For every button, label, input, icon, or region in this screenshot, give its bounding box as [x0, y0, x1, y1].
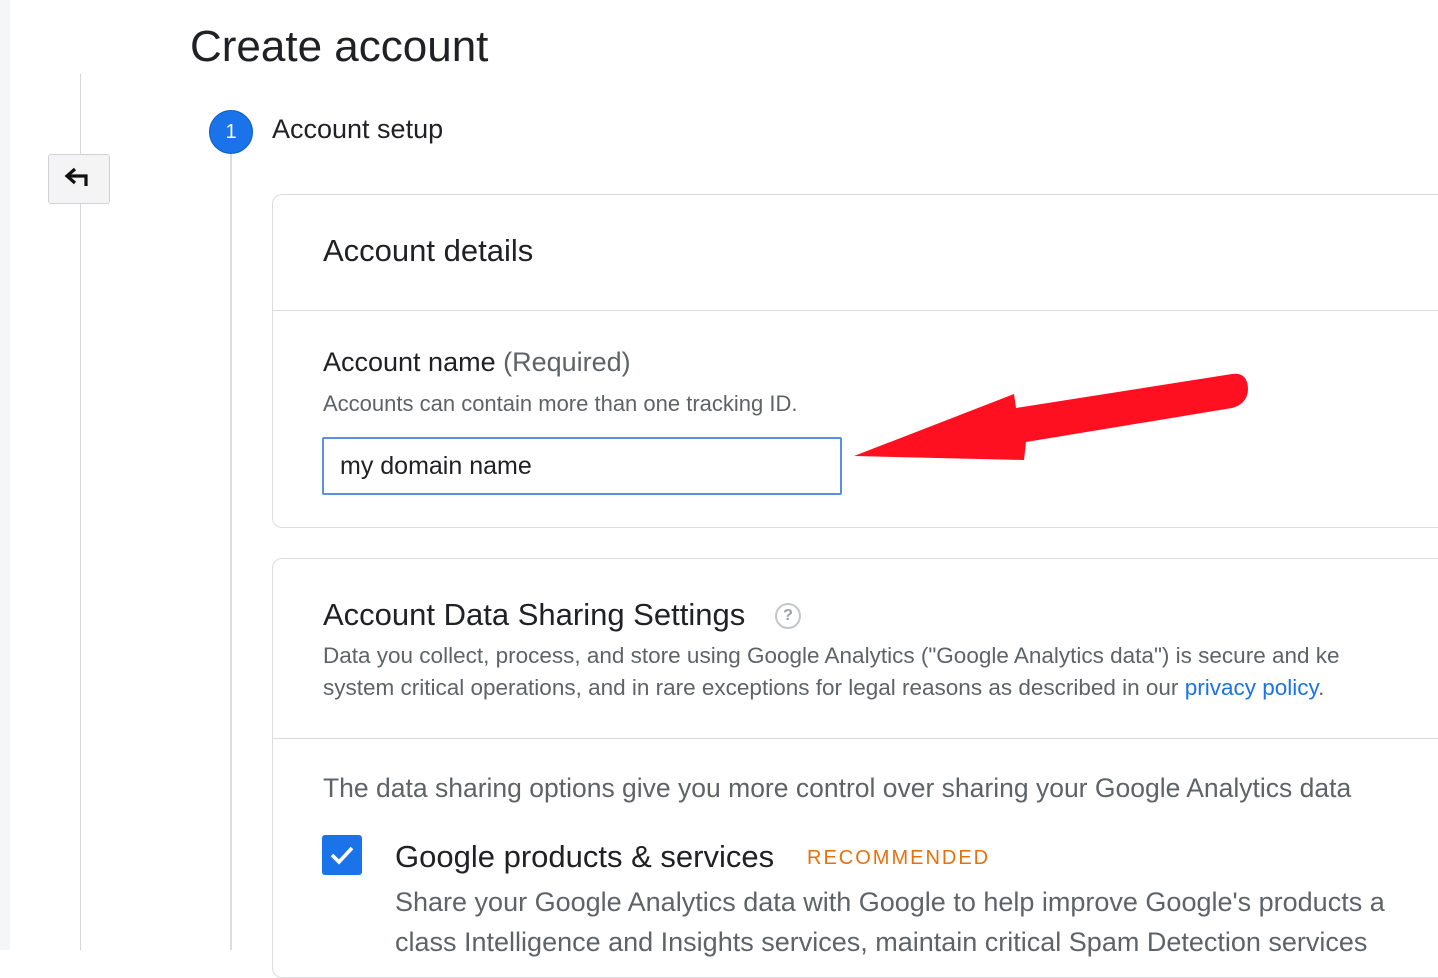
page-title: Create account — [190, 22, 489, 71]
red-arrow-annotation — [854, 373, 1248, 460]
google-products-title: Google products & services — [395, 839, 775, 874]
recommended-badge: RECOMMENDED — [807, 847, 991, 869]
step-label: Account setup — [272, 114, 444, 144]
data-sharing-desc-line1: Data you collect, process, and store usi… — [323, 643, 1340, 668]
data-sharing-desc-period: . — [1318, 675, 1325, 700]
back-button[interactable] — [48, 154, 110, 204]
data-sharing-title: Account Data Sharing Settings — [323, 597, 746, 632]
account-details-header: Account details — [273, 195, 1438, 311]
nav-rail-line — [80, 74, 81, 950]
step-number-badge: 1 — [209, 110, 253, 154]
required-marker: (Required) — [503, 347, 631, 377]
stepper-line — [230, 152, 232, 950]
account-name-hint: Accounts can contain more than one track… — [323, 391, 798, 416]
google-products-desc-line2: class Intelligence and Insights services… — [395, 927, 1368, 957]
google-products-checkbox[interactable] — [322, 835, 362, 875]
data-sharing-desc-line2: system critical operations, and in rare … — [323, 675, 1324, 701]
account-name-label: Account name (Required) — [323, 347, 631, 378]
data-sharing-desc-text: system critical operations, and in rare … — [323, 675, 1185, 700]
google-products-desc-line1: Share your Google Analytics data with Go… — [395, 887, 1385, 917]
checkmark-icon — [330, 846, 354, 865]
privacy-policy-link[interactable]: privacy policy — [1185, 675, 1318, 700]
account-name-label-text: Account name — [323, 347, 496, 377]
data-sharing-card: Account Data Sharing Settings ? Data you… — [272, 558, 1438, 978]
account-details-title: Account details — [323, 233, 534, 268]
help-circle-icon[interactable]: ? — [775, 603, 801, 629]
data-sharing-intro: The data sharing options give you more c… — [323, 773, 1352, 803]
account-name-input[interactable] — [322, 437, 842, 495]
back-arrow-icon — [64, 166, 94, 193]
left-edge-strip — [0, 0, 10, 950]
data-sharing-header: Account Data Sharing Settings ? Data you… — [273, 559, 1438, 739]
